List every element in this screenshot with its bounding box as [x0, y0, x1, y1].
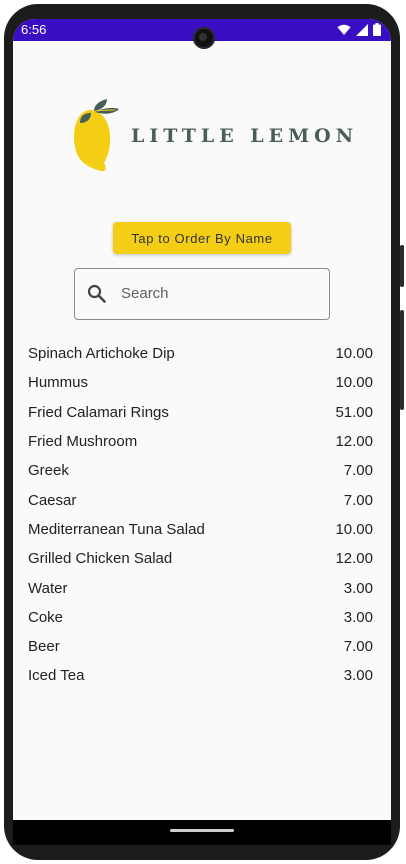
- menu-item-name: Spinach Artichoke Dip: [28, 345, 175, 363]
- front-camera: [193, 27, 215, 49]
- menu-item[interactable]: Mediterranean Tuna Salad 10.00: [28, 515, 373, 544]
- menu-item[interactable]: Beer 7.00: [28, 632, 373, 661]
- menu-item[interactable]: Fried Calamari Rings 51.00: [28, 398, 373, 427]
- menu-item-price: 3.00: [343, 667, 373, 685]
- menu-item[interactable]: Greek 7.00: [28, 456, 373, 485]
- power-button: [400, 245, 404, 287]
- menu-item-name: Grilled Chicken Salad: [28, 550, 173, 568]
- battery-icon: [373, 23, 381, 36]
- signal-icon: [356, 23, 368, 36]
- menu-item-name: Fried Mushroom: [28, 433, 138, 451]
- menu-item[interactable]: Caesar 7.00: [28, 485, 373, 514]
- home-gesture-handle[interactable]: [170, 829, 234, 832]
- status-icons: [337, 23, 381, 36]
- volume-button: [400, 310, 404, 410]
- lemon-icon: [73, 99, 119, 172]
- menu-item-name: Iced Tea: [28, 667, 85, 685]
- menu-item-price: 12.00: [335, 433, 373, 451]
- menu-item-price: 10.00: [335, 374, 373, 392]
- search-icon: [87, 284, 106, 303]
- menu-item[interactable]: Fried Mushroom 12.00: [28, 427, 373, 456]
- order-by-name-button[interactable]: Tap to Order By Name: [113, 222, 291, 254]
- menu-item-name: Mediterranean Tuna Salad: [28, 520, 205, 538]
- menu-item[interactable]: Grilled Chicken Salad 12.00: [28, 544, 373, 573]
- menu-item[interactable]: Spinach Artichoke Dip 10.00: [28, 339, 373, 368]
- little-lemon-logo: LITTLE LEMON: [73, 99, 353, 174]
- search-input[interactable]: [121, 269, 321, 317]
- logo-text: LITTLE LEMON: [131, 125, 359, 147]
- search-field[interactable]: [74, 268, 330, 320]
- app-screen: 6:56 LITTLE LEMON Tap to Order By Name S…: [13, 19, 391, 845]
- menu-item[interactable]: Coke 3.00: [28, 603, 373, 632]
- menu-item-price: 7.00: [343, 462, 373, 480]
- menu-item-price: 7.00: [343, 491, 373, 509]
- menu-item-name: Hummus: [28, 374, 89, 392]
- menu-item-price: 3.00: [343, 579, 373, 597]
- menu-item-price: 10.00: [335, 345, 373, 363]
- menu-item[interactable]: Hummus 10.00: [28, 368, 373, 397]
- menu-item-price: 12.00: [335, 550, 373, 568]
- status-time: 6:56: [21, 22, 47, 37]
- menu-item-price: 3.00: [343, 608, 373, 626]
- menu-item[interactable]: Water 3.00: [28, 573, 373, 602]
- menu-item-price: 10.00: [335, 520, 373, 538]
- menu-item-name: Beer: [28, 638, 60, 656]
- menu-list: Spinach Artichoke Dip 10.00 Hummus 10.00 F…: [28, 339, 373, 691]
- menu-item[interactable]: Iced Tea 3.00: [28, 661, 373, 690]
- menu-item-name: Caesar: [28, 491, 77, 509]
- menu-item-price: 51.00: [335, 403, 373, 421]
- menu-item-name: Fried Calamari Rings: [28, 403, 169, 421]
- menu-item-name: Water: [28, 579, 68, 597]
- wifi-icon: [337, 24, 351, 35]
- menu-item-name: Coke: [28, 608, 64, 626]
- menu-item-price: 7.00: [343, 638, 373, 656]
- menu-item-name: Greek: [28, 462, 69, 480]
- navigation-bar: [13, 820, 391, 845]
